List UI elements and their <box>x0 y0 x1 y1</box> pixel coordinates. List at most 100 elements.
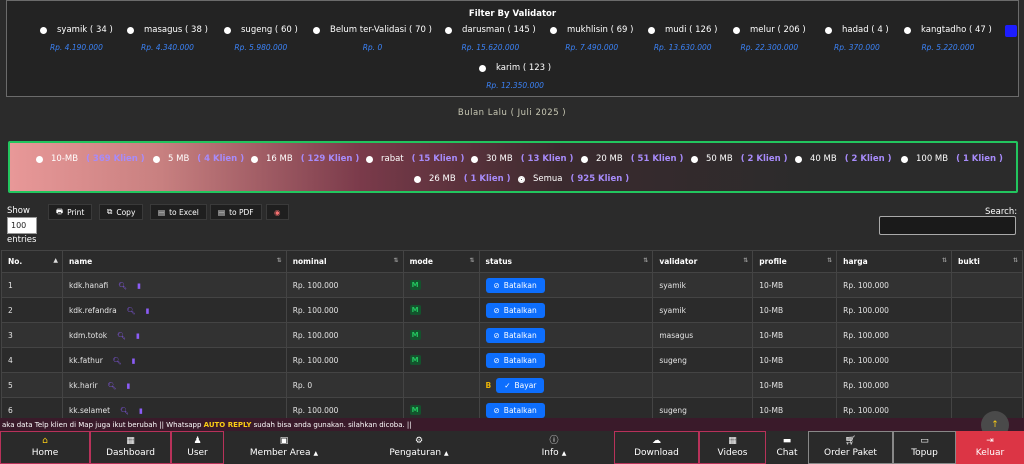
validator-option[interactable]: karim ( 123 ) Rp. 12.350.000 <box>479 63 551 90</box>
radio-icon[interactable] <box>795 155 802 163</box>
nav-member-area[interactable]: ▣ Member Area ▲ <box>224 431 344 464</box>
cancel-button[interactable]: ⊘ Batalkan <box>485 402 545 418</box>
radio-icon[interactable] <box>901 155 908 163</box>
pay-button[interactable]: ✓ Bayar <box>496 377 545 393</box>
radio-icon[interactable] <box>251 155 258 163</box>
validator-option[interactable]: mukhlisin ( 69 ) Rp. 7.490.000 <box>550 25 633 52</box>
radio-icon[interactable] <box>127 26 134 34</box>
validator-option[interactable]: mudi ( 126 ) Rp. 13.630.000 <box>648 25 717 52</box>
package-option[interactable]: 10-MB ( 369 Klien ) <box>36 154 145 164</box>
package-option[interactable]: 30 MB ( 13 Klien ) <box>471 154 573 164</box>
nav-topup[interactable]: ▭ Topup <box>893 431 956 464</box>
validator-option[interactable]: hadad ( 4 ) Rp. 370.000 <box>825 25 889 52</box>
status-label: Bayar <box>514 380 537 390</box>
document-icon[interactable]: ▮ <box>136 332 140 340</box>
nav-dashboard[interactable]: ▦ Dashboard <box>90 431 171 464</box>
excel-button[interactable]: ▤ to Excel <box>150 204 207 220</box>
col-header-mode[interactable]: mode ⇅ <box>402 250 480 273</box>
nav-order-paket[interactable]: 🛒︎ Order Paket <box>808 431 893 464</box>
search-icon[interactable]: 🔍︎ <box>117 332 126 340</box>
package-option[interactable]: 5 MB ( 4 Klien ) <box>153 154 244 164</box>
pdf-button[interactable]: ▤ to PDF <box>210 204 262 220</box>
radio-icon[interactable] <box>366 155 373 163</box>
print-button[interactable]: 🖶 Print <box>48 204 93 220</box>
document-icon[interactable]: ▮ <box>146 307 150 315</box>
document-icon[interactable]: ▮ <box>139 407 143 415</box>
radio-icon[interactable] <box>445 26 452 34</box>
cancel-button[interactable]: ⊘ Batalkan <box>485 277 545 293</box>
nav-user[interactable]: ♟ User <box>171 431 224 464</box>
package-option[interactable]: rabat ( 15 Klien ) <box>366 154 464 164</box>
nav-info[interactable]: ⓘ Info ▲ <box>494 431 614 464</box>
settings-button[interactable]: ◉ <box>266 204 289 220</box>
nav-keluar[interactable]: ⇥ Keluar <box>956 431 1024 464</box>
radio-icon[interactable] <box>691 155 698 163</box>
nav-home[interactable]: ⌂ Home <box>0 431 90 464</box>
copy-button[interactable]: ⧉ Copy <box>99 204 144 220</box>
radio-icon[interactable] <box>904 26 911 34</box>
validator-option[interactable]: melur ( 206 ) Rp. 22.300.000 <box>733 25 806 52</box>
mode-badge: M <box>409 330 421 340</box>
nav-chat[interactable]: ▬ Chat <box>766 431 808 464</box>
validator-option[interactable]: darusman ( 145 ) Rp. 15.620.000 <box>445 25 536 52</box>
package-option[interactable]: 20 MB ( 51 Klien ) <box>581 154 683 164</box>
cancel-button[interactable]: ⊘ Batalkan <box>485 352 545 368</box>
radio-icon[interactable] <box>313 26 320 34</box>
cancel-button[interactable]: ⊘ Batalkan <box>485 327 545 343</box>
radio-icon[interactable] <box>414 175 421 183</box>
nav-label: Keluar <box>975 448 1005 458</box>
search-icon[interactable]: 🔍︎ <box>127 307 136 315</box>
radio-icon[interactable] <box>40 26 47 34</box>
col-header-harga[interactable]: harga ⇅ <box>836 250 953 273</box>
nav-videos[interactable]: ▦ Videos <box>699 431 766 464</box>
validator-option[interactable]: Belum ter-Validasi ( 70 ) Rp. 0 <box>313 25 432 52</box>
package-option[interactable]: 16 MB ( 129 Klien ) <box>251 154 359 164</box>
radio-icon[interactable] <box>36 155 43 163</box>
radio-icon[interactable] <box>224 26 231 34</box>
col-header-nominal[interactable]: nominal ⇅ <box>285 250 404 273</box>
col-header-status[interactable]: status ⇅ <box>478 250 654 273</box>
header-label: bukti <box>958 257 980 266</box>
color-swatch[interactable] <box>1005 25 1017 37</box>
package-option[interactable]: 26 MB ( 1 Klien ) <box>414 174 510 184</box>
document-icon[interactable]: ▮ <box>132 357 136 365</box>
validator-option[interactable]: masagus ( 38 ) Rp. 4.340.000 <box>127 25 208 52</box>
package-option[interactable]: 100 MB ( 1 Klien ) <box>901 154 1003 164</box>
search-icon[interactable]: 🔍︎ <box>118 282 127 290</box>
col-header-profile[interactable]: profile ⇅ <box>752 250 838 273</box>
search-icon[interactable]: 🔍︎ <box>120 407 129 415</box>
validator-option[interactable]: kangtadho ( 47 ) Rp. 5.220.000 <box>904 25 992 52</box>
package-label: 50 MB <box>706 154 733 164</box>
search-icon[interactable]: 🔍︎ <box>113 357 122 365</box>
copy-icon: ⧉ <box>107 207 113 216</box>
validator-option[interactable]: sugeng ( 60 ) Rp. 5.980.000 <box>224 25 298 52</box>
cancel-button[interactable]: ⊘ Batalkan <box>485 302 545 318</box>
radio-icon[interactable] <box>153 155 160 163</box>
radio-icon[interactable] <box>479 64 486 72</box>
col-header-validator[interactable]: validator ⇅ <box>652 250 754 273</box>
col-header-no[interactable]: No. ▲ <box>1 250 63 273</box>
radio-icon[interactable] <box>825 26 832 34</box>
radio-icon[interactable] <box>550 26 557 34</box>
nav-pengaturan[interactable]: ⚙ Pengaturan ▲ <box>344 431 494 464</box>
radio-icon[interactable] <box>518 175 525 183</box>
validator-option[interactable]: syamik ( 34 ) Rp. 4.190.000 <box>40 25 113 52</box>
entries-select[interactable]: 100 ⌄ <box>7 217 37 239</box>
search-icon[interactable]: 🔍︎ <box>108 382 117 390</box>
package-option[interactable]: 40 MB ( 2 Klien ) <box>795 154 891 164</box>
col-header-name[interactable]: name ⇅ <box>61 250 287 273</box>
nav-download[interactable]: ☁ Download <box>614 431 699 464</box>
radio-icon[interactable] <box>581 155 588 163</box>
package-option[interactable]: 50 MB ( 2 Klien ) <box>691 154 787 164</box>
package-option[interactable]: Semua ( 925 Klien ) <box>518 174 629 184</box>
document-icon[interactable]: ▮ <box>137 282 141 290</box>
radio-icon[interactable] <box>471 155 478 163</box>
search-input[interactable] <box>879 216 1016 235</box>
radio-icon[interactable] <box>648 26 655 34</box>
gear-icon: ⚙ <box>414 436 424 446</box>
radio-icon[interactable] <box>733 26 740 34</box>
document-icon[interactable]: ▮ <box>127 382 131 390</box>
ban-icon: ⊘ <box>493 280 500 290</box>
validator-amount: Rp. 0 <box>362 43 383 52</box>
col-header-bukti[interactable]: bukti ⇅ <box>951 250 1023 273</box>
